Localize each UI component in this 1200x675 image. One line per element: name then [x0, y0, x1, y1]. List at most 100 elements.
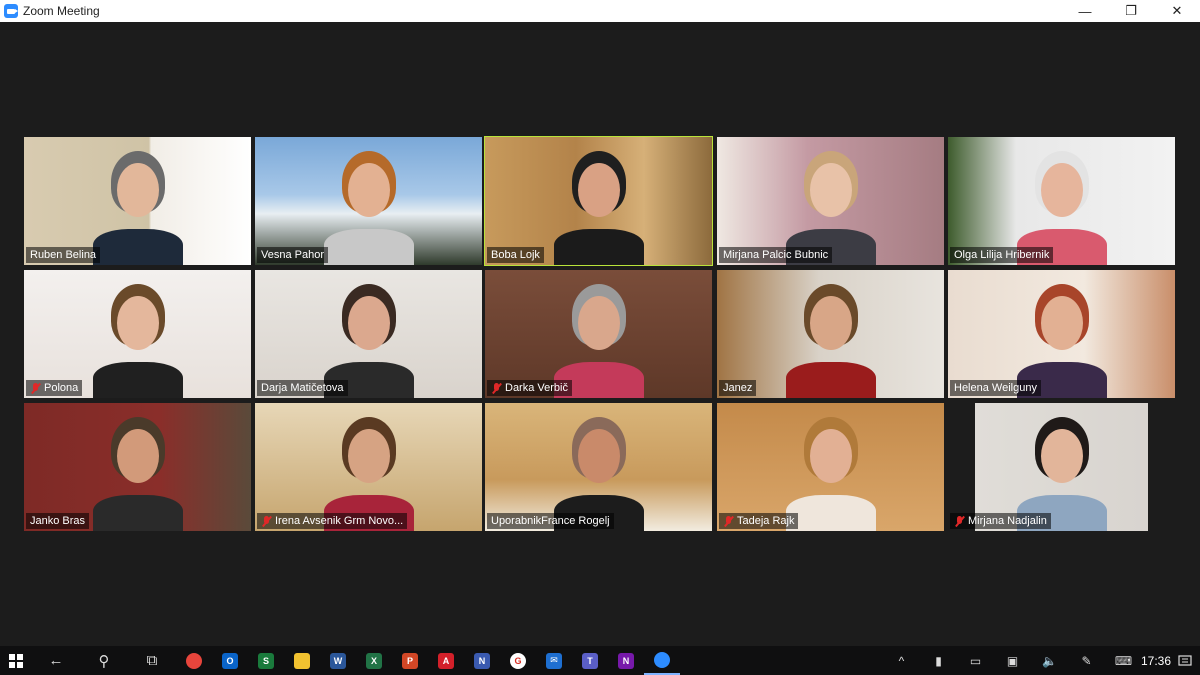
nfs-taskbar-button[interactable]: N	[464, 646, 500, 675]
participant-video	[314, 403, 424, 531]
usb-icon[interactable]: ▮	[920, 646, 957, 675]
participant-name-tag: Polona	[26, 380, 83, 396]
system-tray: ^ ▮ ▭ ▣ 🔈 ✎ ⌨ 17:36	[883, 646, 1200, 675]
participant-video	[1007, 137, 1117, 265]
participant-name-tag: Janko Bras	[26, 513, 90, 529]
participant-video	[544, 137, 654, 265]
notification-icon[interactable]	[1170, 646, 1200, 675]
video-tile[interactable]: Janez	[717, 270, 944, 398]
gmail-taskbar-button[interactable]: G	[500, 646, 536, 675]
task-view-icon: ⧉	[146, 652, 158, 669]
video-tile[interactable]: Irena Avsenik Grm Novo...	[255, 403, 482, 531]
muted-microphone-icon	[30, 382, 41, 394]
participant-video	[83, 270, 193, 398]
participant-name: Irena Avsenik Grm Novo...	[275, 515, 404, 527]
close-button[interactable]: ✕	[1154, 0, 1200, 22]
video-tile[interactable]: Helena Weilguny	[948, 270, 1175, 398]
mail-taskbar-button[interactable]: ✉	[536, 646, 572, 675]
participant-name: Polona	[44, 382, 79, 394]
participant-name-tag: Irena Avsenik Grm Novo...	[257, 513, 408, 529]
excel-icon: X	[366, 652, 382, 669]
minimize-button[interactable]: —	[1062, 0, 1108, 22]
onenote-icon: N	[618, 652, 634, 669]
window-title: Zoom Meeting	[23, 4, 100, 18]
start-button[interactable]	[0, 646, 32, 675]
participant-video	[776, 270, 886, 398]
video-tile[interactable]: Darja Matičetova	[255, 270, 482, 398]
chrome-taskbar-button[interactable]	[176, 646, 212, 675]
muted-microphone-icon	[491, 382, 502, 394]
video-tile[interactable]: Ruben Belina	[24, 137, 251, 265]
video-tile[interactable]: Mirjana Palcic Bubnic	[717, 137, 944, 265]
word-taskbar-button[interactable]: W	[320, 646, 356, 675]
zoom-icon	[654, 651, 670, 668]
teams-icon: T	[582, 652, 598, 669]
video-tile[interactable]: Olga Lilija Hribernik	[948, 137, 1175, 265]
powerpoint-taskbar-button[interactable]: P	[392, 646, 428, 675]
restore-button[interactable]: ❐	[1108, 0, 1154, 22]
muted-microphone-icon	[261, 515, 272, 527]
network-icon[interactable]: ▣	[994, 646, 1031, 675]
skype-icon: S	[258, 652, 274, 669]
acrobat-taskbar-button[interactable]: A	[428, 646, 464, 675]
muted-microphone-icon	[954, 515, 965, 527]
gallery-grid: Ruben Belina Vesna Pahor Boba Lojk Mirjana …	[24, 136, 1175, 533]
search-taskbar-button[interactable]: ⚲	[80, 646, 128, 675]
participant-name: Tadeja Rajk	[737, 515, 795, 527]
participant-name-tag: Olga Lilija Hribernik	[950, 247, 1054, 263]
video-tile[interactable]: Boba Lojk	[484, 136, 713, 266]
participant-name-tag: UporabnikFrance Rogelj	[487, 513, 614, 529]
participant-video	[314, 270, 424, 398]
participant-name-tag: Ruben Belina	[26, 247, 101, 263]
participant-name-tag: Janez	[719, 380, 757, 396]
back-arrow-icon: ←	[48, 652, 64, 669]
video-tile[interactable]: Vesna Pahor	[255, 137, 482, 265]
participant-name: Darja Matičetova	[261, 382, 344, 394]
task-view-taskbar-button[interactable]: ⧉	[128, 646, 176, 675]
zoom-logo-icon	[4, 4, 18, 18]
participant-name: Ruben Belina	[30, 249, 97, 261]
keyboard-icon[interactable]: ⌨	[1105, 646, 1142, 675]
video-tile[interactable]: Janko Bras	[24, 403, 251, 531]
chevron-up-icon[interactable]: ^	[883, 646, 920, 675]
excel-taskbar-button[interactable]: X	[356, 646, 392, 675]
window-controls: — ❐ ✕	[1062, 0, 1200, 22]
powerpoint-icon: P	[402, 652, 418, 669]
participant-name: Mirjana Nadjalin	[968, 515, 1047, 527]
video-tile[interactable]: Mirjana Nadjalin	[948, 403, 1175, 531]
skype-taskbar-button[interactable]: S	[248, 646, 284, 675]
participant-name: Vesna Pahor	[261, 249, 324, 261]
participant-video	[776, 137, 886, 265]
clock[interactable]: 17:36	[1141, 646, 1171, 675]
title-bar: Zoom Meeting — ❐ ✕	[0, 0, 1200, 22]
chrome-icon	[186, 652, 202, 669]
mail-icon: ✉	[546, 652, 562, 669]
participant-video	[1007, 403, 1117, 531]
back-arrow-taskbar-button[interactable]: ←	[32, 646, 80, 675]
zoom-taskbar-button[interactable]	[644, 646, 680, 675]
video-tile[interactable]: Darka Verbič	[485, 270, 712, 398]
word-icon: W	[330, 652, 346, 669]
file-explorer-icon	[294, 652, 310, 669]
participant-video	[83, 403, 193, 531]
pen-icon[interactable]: ✎	[1068, 646, 1105, 675]
teams-taskbar-button[interactable]: T	[572, 646, 608, 675]
meeting-area: Ruben Belina Vesna Pahor Boba Lojk Mirjana …	[0, 22, 1200, 646]
volume-icon[interactable]: 🔈	[1031, 646, 1068, 675]
participant-name-tag: Darja Matičetova	[257, 380, 348, 396]
onenote-taskbar-button[interactable]: N	[608, 646, 644, 675]
participant-name: Darka Verbič	[505, 382, 568, 394]
participant-name-tag: Tadeja Rajk	[719, 513, 799, 529]
acrobat-icon: A	[438, 652, 454, 669]
outlook-taskbar-button[interactable]: O	[212, 646, 248, 675]
participant-name: Boba Lojk	[491, 249, 540, 261]
participant-name: Olga Lilija Hribernik	[954, 249, 1050, 261]
video-tile[interactable]: Polona	[24, 270, 251, 398]
muted-microphone-icon	[723, 515, 734, 527]
outlook-icon: O	[222, 652, 238, 669]
participant-name-tag: Helena Weilguny	[950, 380, 1041, 396]
file-explorer-taskbar-button[interactable]	[284, 646, 320, 675]
video-tile[interactable]: UporabnikFrance Rogelj	[485, 403, 712, 531]
battery-icon[interactable]: ▭	[957, 646, 994, 675]
video-tile[interactable]: Tadeja Rajk	[717, 403, 944, 531]
